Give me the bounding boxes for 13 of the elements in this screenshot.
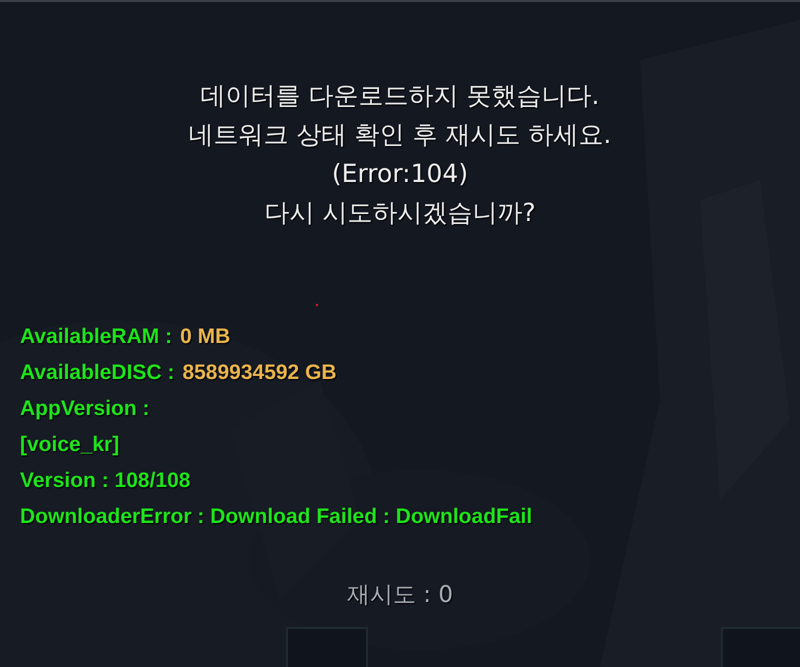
info-label: [voice_kr] bbox=[20, 433, 120, 457]
message-line: 네트워크 상태 확인 후 재시도 하세요. bbox=[188, 119, 612, 151]
message-line: (Error:104) bbox=[332, 158, 468, 190]
info-value: 0 MB bbox=[180, 325, 230, 349]
info-label: DownloaderError : Download Failed : DownloadFail bbox=[20, 505, 532, 529]
info-label: Version : 108/108 bbox=[20, 469, 190, 493]
info-value: 8589934592 GB bbox=[182, 361, 337, 385]
info-label: AppVersion : bbox=[20, 397, 150, 421]
message-line: 다시 시도하시겠습니까? bbox=[264, 197, 536, 229]
info-label: AvailableRAM : bbox=[20, 325, 172, 349]
message-line: 데이터를 다운로드하지 못했습니다. bbox=[200, 80, 600, 112]
info-label: AvailableDISC : bbox=[20, 361, 174, 385]
retry-count: 재시도 : 0 bbox=[346, 581, 453, 610]
